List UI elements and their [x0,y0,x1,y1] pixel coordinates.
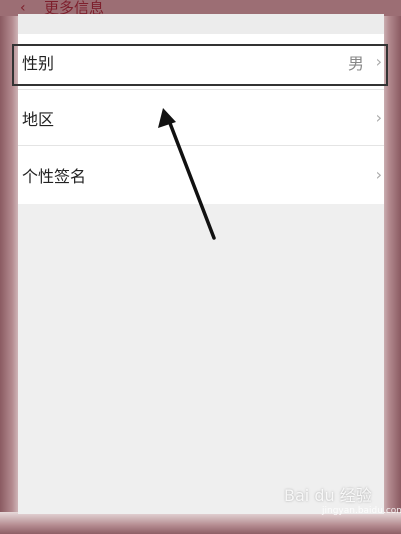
row-label: 个性签名 [22,167,87,186]
watermark-logo: Bai du 经验 [284,486,372,505]
chevron-right-icon: › [375,107,382,127]
content-screen: 性别 男 › 地区 › 个性签名 › [18,14,384,514]
watermark-url: jingyan.baidu.com [322,506,401,516]
list-item-region[interactable]: 地区 › [18,90,384,146]
section-gap [18,14,384,34]
chevron-right-icon: › [375,165,382,184]
row-value: 男 [347,53,364,73]
info-list: 性别 男 › 地区 › 个性签名 › [18,34,384,204]
list-item-gender[interactable]: 性别 男 › [18,34,384,90]
chevron-left-icon[interactable]: ‹ [20,1,32,15]
row-label: 性别 [22,53,55,73]
row-label: 地区 [22,109,55,129]
chevron-right-icon: › [375,51,382,71]
list-item-signature[interactable]: 个性签名 › [18,146,384,204]
